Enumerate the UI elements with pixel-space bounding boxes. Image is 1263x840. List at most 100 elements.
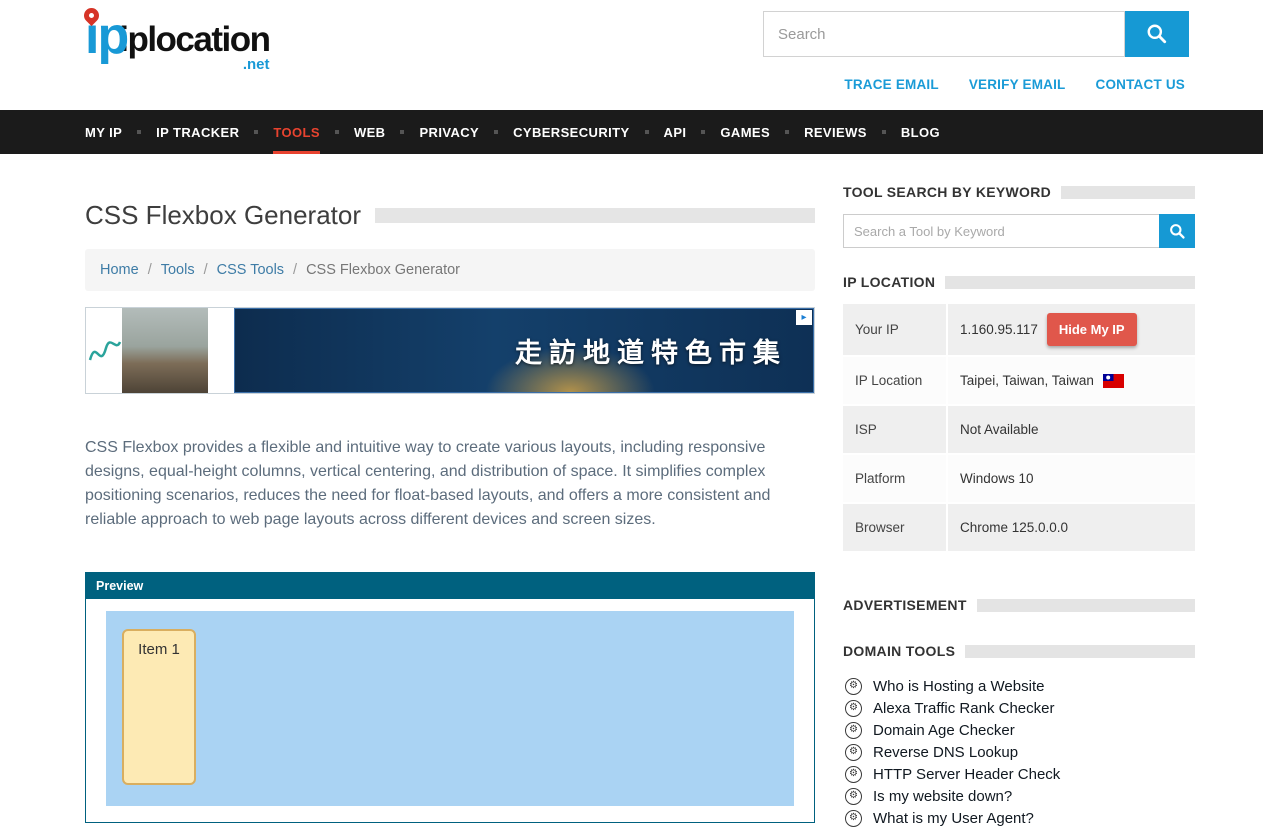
list-item: ⚙ Who is Hosting a Website	[843, 675, 1195, 697]
preview-panel: Preview Item 1	[85, 572, 815, 823]
domain-tool-link-hosting[interactable]: Who is Hosting a Website	[873, 678, 1044, 695]
list-item: ⚙ Domain Age Checker	[843, 719, 1195, 741]
ad-banner[interactable]: 走訪地道特色市集 ▸	[85, 307, 815, 394]
search-icon	[1169, 223, 1186, 240]
nav-separator-dot	[254, 130, 258, 134]
list-item: ⚙ Reverse DNS Lookup	[843, 741, 1195, 763]
table-row: IP Location Taipei, Taiwan, Taiwan	[843, 357, 1195, 406]
nav-item-privacy[interactable]: PRIVACY	[419, 110, 479, 154]
nav-item-my-ip[interactable]: MY IP	[85, 110, 122, 154]
heading-decorative-bar	[965, 645, 1195, 658]
browser-value: Chrome 125.0.0.0	[960, 520, 1068, 535]
table-row: Your IP 1.160.95.117 Hide My IP	[843, 304, 1195, 357]
search-button[interactable]	[1125, 11, 1189, 57]
logo-tld: .net	[243, 56, 270, 73]
ip-location-value: Taipei, Taiwan, Taiwan	[960, 373, 1094, 388]
domain-tool-link-http-header[interactable]: HTTP Server Header Check	[873, 766, 1060, 783]
nav-item-reviews[interactable]: REVIEWS	[804, 110, 867, 154]
gear-icon: ⚙	[845, 766, 862, 783]
domain-tool-link-domain-age[interactable]: Domain Age Checker	[873, 722, 1015, 739]
breadcrumb-home[interactable]: Home	[100, 262, 139, 278]
page-title: CSS Flexbox Generator	[85, 200, 361, 231]
heading-decorative-bar	[945, 276, 1195, 289]
gear-icon: ⚙	[845, 788, 862, 805]
breadcrumb-css-tools[interactable]: CSS Tools	[217, 262, 284, 278]
tool-description: CSS Flexbox provides a flexible and intu…	[85, 436, 797, 532]
list-item: ⚙ What is my User Agent?	[843, 807, 1195, 829]
flex-item-1[interactable]: Item 1	[122, 629, 196, 785]
taiwan-flag-icon	[1103, 374, 1124, 388]
table-row: ISP Not Available	[843, 406, 1195, 455]
hide-my-ip-button[interactable]: Hide My IP	[1047, 313, 1137, 346]
nav-item-blog[interactable]: BLOG	[901, 110, 940, 154]
gear-icon: ⚙	[845, 678, 862, 695]
ip-location-table: Your IP 1.160.95.117 Hide My IP IP Locat…	[843, 304, 1195, 553]
ip-location-heading: IP LOCATION	[843, 274, 1195, 290]
domain-tool-link-reverse-dns[interactable]: Reverse DNS Lookup	[873, 744, 1018, 761]
verify-email-link[interactable]: VERIFY EMAIL	[969, 77, 1066, 92]
domain-tools-heading: DOMAIN TOOLS	[843, 643, 1195, 659]
ad-photo-thumb	[122, 308, 208, 393]
your-ip-value: 1.160.95.117	[960, 322, 1038, 337]
tool-search	[843, 214, 1195, 248]
domain-tools-list: ⚙ Who is Hosting a Website ⚙ Alexa Traff…	[843, 675, 1195, 829]
header-links: TRACE EMAIL VERIFY EMAIL CONTACT US	[844, 77, 1185, 92]
nav-separator-dot	[137, 130, 141, 134]
nav-separator-dot	[785, 130, 789, 134]
advertisement-heading: ADVERTISEMENT	[843, 597, 1195, 613]
nav-separator-dot	[335, 130, 339, 134]
main-content: CSS Flexbox Generator Home / Tools / CSS…	[85, 154, 815, 829]
list-item: ⚙ HTTP Server Header Check	[843, 763, 1195, 785]
domain-tool-link-user-agent[interactable]: What is my User Agent?	[873, 810, 1034, 827]
flexbox-preview-container: Item 1	[106, 611, 794, 806]
platform-value: Windows 10	[960, 471, 1034, 486]
site-header: ip iplocation .net TRACE EMAIL VERIFY EM…	[0, 0, 1263, 110]
contact-us-link[interactable]: CONTACT US	[1096, 77, 1186, 92]
nav-separator-dot	[645, 130, 649, 134]
adchoices-icon[interactable]: ▸	[796, 310, 812, 325]
trace-email-link[interactable]: TRACE EMAIL	[844, 77, 938, 92]
nav-item-games[interactable]: GAMES	[720, 110, 770, 154]
nav-item-web[interactable]: WEB	[354, 110, 386, 154]
heading-decorative-bar	[977, 599, 1195, 612]
logo-name: iplocation	[119, 22, 269, 57]
tool-search-input[interactable]	[843, 214, 1159, 248]
nav-item-cybersecurity[interactable]: CYBERSECURITY	[513, 110, 629, 154]
breadcrumb-tools[interactable]: Tools	[161, 262, 195, 278]
isp-value: Not Available	[960, 422, 1039, 437]
domain-tool-link-alexa[interactable]: Alexa Traffic Rank Checker	[873, 700, 1054, 717]
heading-decorative-bar	[1061, 186, 1195, 199]
gear-icon: ⚙	[845, 722, 862, 739]
title-decorative-bar	[375, 208, 815, 223]
gear-icon: ⚙	[845, 700, 862, 717]
breadcrumb-current: CSS Flexbox Generator	[306, 262, 460, 278]
search-icon	[1146, 23, 1168, 45]
site-search	[763, 11, 1189, 57]
tool-search-heading: TOOL SEARCH BY KEYWORD	[843, 184, 1195, 200]
ad-text: 走訪地道特色市集	[515, 331, 813, 370]
nav-item-tools[interactable]: TOOLS	[273, 110, 320, 154]
sidebar: TOOL SEARCH BY KEYWORD IP LOCATION Your …	[843, 154, 1195, 829]
table-row: Browser Chrome 125.0.0.0	[843, 504, 1195, 553]
ad-creative: 走訪地道特色市集 ▸	[234, 308, 814, 393]
breadcrumb: Home / Tools / CSS Tools / CSS Flexbox G…	[85, 249, 815, 291]
ad-chart-graphic	[86, 308, 122, 393]
main-nav: MY IP IP TRACKER TOOLS WEB PRIVACY CYBER…	[0, 110, 1263, 154]
tool-search-button[interactable]	[1159, 214, 1195, 248]
gear-icon: ⚙	[845, 810, 862, 827]
nav-item-api[interactable]: API	[664, 110, 687, 154]
list-item: ⚙ Alexa Traffic Rank Checker	[843, 697, 1195, 719]
nav-separator-dot	[882, 130, 886, 134]
site-logo[interactable]: ip iplocation .net	[85, 12, 270, 73]
list-item: ⚙ Is my website down?	[843, 785, 1195, 807]
search-input[interactable]	[763, 11, 1125, 57]
nav-separator-dot	[494, 130, 498, 134]
nav-separator-dot	[400, 130, 404, 134]
gear-icon: ⚙	[845, 744, 862, 761]
logo-ip-mark: ip	[85, 12, 127, 61]
domain-tool-link-website-down[interactable]: Is my website down?	[873, 788, 1012, 805]
nav-separator-dot	[701, 130, 705, 134]
table-row: Platform Windows 10	[843, 455, 1195, 504]
nav-item-ip-tracker[interactable]: IP TRACKER	[156, 110, 239, 154]
preview-panel-title: Preview	[86, 573, 814, 599]
